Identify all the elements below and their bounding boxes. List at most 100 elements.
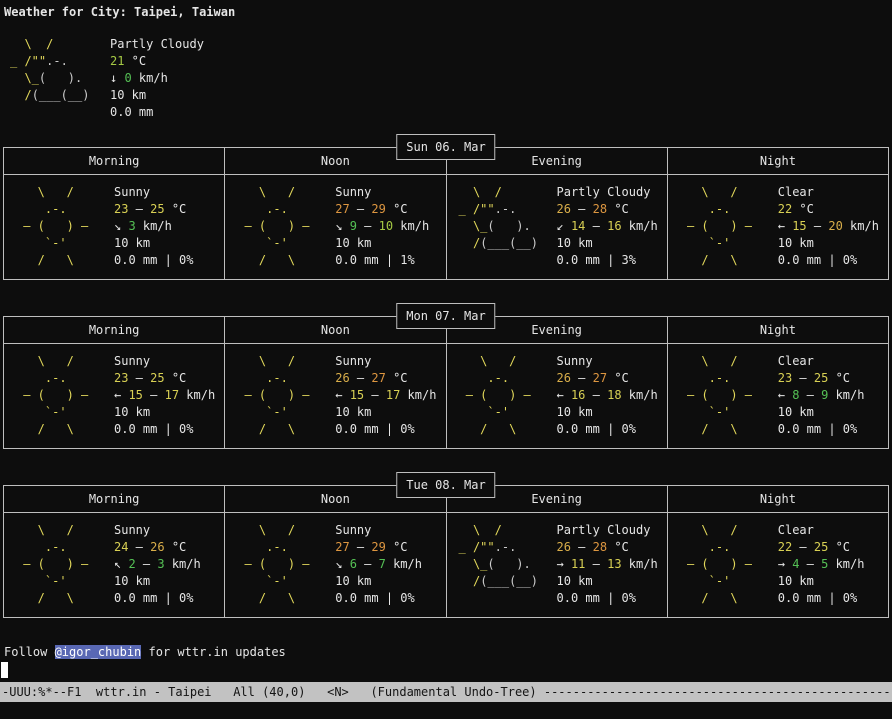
weather-cell-night: \ / .-. ‒ ( ) ‒ `-' / \ Clear 23 – 25 °C… bbox=[667, 344, 888, 448]
text-segment: ← bbox=[335, 388, 349, 402]
text-segment: – bbox=[128, 371, 150, 385]
text-segment: 15 bbox=[128, 388, 142, 402]
text-segment: 14 bbox=[571, 219, 585, 233]
weather-art-icon: \ / .-. ‒ ( ) ‒ `-' / \ bbox=[680, 353, 772, 438]
text-segment: – bbox=[799, 557, 821, 571]
text-segment: 20 bbox=[828, 219, 842, 233]
text-segment: 23 bbox=[114, 202, 128, 216]
text-segment: 26 bbox=[150, 540, 164, 554]
forecast-day-section: Mon 07. Mar Morning Noon Evening Night bbox=[3, 316, 889, 449]
text-segment: 27 bbox=[335, 540, 349, 554]
weather-cell-noon: \ / .-. ‒ ( ) ‒ `-' / \ Sunny 27 – 29 °C… bbox=[224, 513, 445, 617]
wind-text: → 11 – 13 km/h bbox=[557, 556, 658, 573]
text-segment: ← bbox=[778, 388, 792, 402]
wind-text: ↘ 6 – 7 km/h bbox=[335, 556, 422, 573]
period-header-label: Night bbox=[760, 322, 796, 339]
text-segment: °C bbox=[607, 202, 629, 216]
condition-text: Sunny bbox=[335, 522, 422, 539]
visibility-text: 10 km bbox=[557, 235, 658, 252]
text-segment: 27 bbox=[371, 371, 385, 385]
footer-text-after: for wttr.in updates bbox=[141, 645, 286, 659]
weather-art-icon: \ / .-. ‒ ( ) ‒ `-' / \ bbox=[459, 353, 551, 438]
text-segment: °C bbox=[386, 371, 408, 385]
text-segment: 25 bbox=[150, 202, 164, 216]
art-line: .-. bbox=[680, 201, 772, 218]
weather-cell-info: Sunny 26 – 27 °C ← 15 – 17 km/h 10 km 0.… bbox=[335, 353, 436, 438]
art-line: / \ bbox=[237, 252, 329, 269]
weather-cell-evening: \ /_ /"".-. \_( ). /(___(__) Partly Clou… bbox=[446, 513, 667, 617]
emacs-buffer: Weather for City: Taipei, Taiwan \ /_ /"… bbox=[0, 0, 892, 678]
text-segment: km/h bbox=[136, 219, 172, 233]
precipitation-text: 0.0 mm | 0% bbox=[335, 421, 436, 438]
visibility-text: 10 km bbox=[557, 573, 658, 590]
art-line: / \ bbox=[680, 590, 772, 607]
forecast-table: Morning Noon Evening Night \ / .-. ‒ ( bbox=[3, 316, 889, 449]
period-header-night: Night bbox=[667, 148, 888, 174]
weather-cell-morning: \ / .-. ‒ ( ) ‒ `-' / \ Sunny 24 – 26 °C… bbox=[4, 513, 224, 617]
forecast-table: Morning Noon Evening Night \ / .-. ‒ ( bbox=[3, 485, 889, 618]
text-segment: 24 bbox=[114, 540, 128, 554]
art-line: \ / bbox=[459, 522, 551, 539]
text-segment: → bbox=[778, 557, 792, 571]
art-line: / \ bbox=[680, 421, 772, 438]
text-segment: 25 bbox=[814, 371, 828, 385]
visibility-text: 10 km bbox=[114, 573, 201, 590]
art-line bbox=[459, 590, 551, 607]
twitter-handle-link[interactable]: @igor_chubin bbox=[55, 645, 142, 659]
art-line bbox=[459, 252, 551, 269]
wind-text: ↖ 2 – 3 km/h bbox=[114, 556, 201, 573]
text-segment: – bbox=[350, 371, 372, 385]
text-segment: km/h bbox=[828, 388, 864, 402]
art-line: \_( ). bbox=[459, 556, 551, 573]
text-segment: 16 bbox=[571, 388, 585, 402]
text-segment: – bbox=[357, 219, 379, 233]
page-title: Weather for City: Taipei, Taiwan bbox=[0, 0, 892, 21]
period-header-morning: Morning bbox=[4, 148, 224, 174]
text-segment: 29 bbox=[371, 202, 385, 216]
text-segment: 10 bbox=[379, 219, 393, 233]
art-line: .-. bbox=[237, 539, 329, 556]
text-segment: °C bbox=[165, 371, 187, 385]
weather-art-icon: \ /_ /"".-. \_( ). /(___(__) bbox=[459, 522, 551, 607]
period-header-label: Night bbox=[760, 153, 796, 170]
text-segment: 28 bbox=[593, 540, 607, 554]
weather-cell-evening: \ / .-. ‒ ( ) ‒ `-' / \ Sunny 26 – 27 °C… bbox=[446, 344, 667, 448]
wind-text: → 4 – 5 km/h bbox=[778, 556, 865, 573]
precipitation-text: 0.0 mm | 0% bbox=[335, 590, 422, 607]
art-line: \ / bbox=[459, 184, 551, 201]
art-line: ‒ ( ) ‒ bbox=[680, 387, 772, 404]
text-segment: – bbox=[128, 202, 150, 216]
art-line: \ / bbox=[459, 353, 551, 370]
text-segment: °C bbox=[386, 202, 408, 216]
art-line: _ /"".-. bbox=[459, 201, 551, 218]
weather-cell-info: Partly Cloudy 26 – 28 °C → 11 – 13 km/h … bbox=[557, 522, 658, 607]
forecast-table-body: \ / .-. ‒ ( ) ‒ `-' / \ Sunny 23 – 25 °C… bbox=[4, 175, 888, 279]
period-header-label: Morning bbox=[89, 491, 140, 508]
text-segment: ← bbox=[114, 388, 128, 402]
precipitation-text: 0.0 mm | 0% bbox=[778, 252, 879, 269]
date-box: Mon 07. Mar bbox=[396, 303, 495, 329]
date-label: Sun 06. Mar bbox=[406, 139, 485, 156]
art-line: \ / bbox=[16, 184, 108, 201]
temperature-text: 26 – 28 °C bbox=[557, 539, 658, 556]
precipitation-text: 0.0 mm | 0% bbox=[778, 421, 865, 438]
temperature-text: 26 – 27 °C bbox=[557, 370, 658, 387]
art-line bbox=[10, 104, 110, 121]
period-header-label: Morning bbox=[89, 322, 140, 339]
text-segment: – bbox=[571, 540, 593, 554]
weather-art-icon: \ / .-. ‒ ( ) ‒ `-' / \ bbox=[16, 184, 108, 269]
weather-cell-info: Sunny 23 – 25 °C ↘ 3 km/h 10 km 0.0 mm |… bbox=[114, 184, 193, 269]
precipitation-text: 0.0 mm | 0% bbox=[557, 590, 658, 607]
period-header-label: Noon bbox=[321, 153, 350, 170]
text-segment: 2 bbox=[128, 557, 135, 571]
art-line: .-. bbox=[237, 370, 329, 387]
weather-cell-noon: \ / .-. ‒ ( ) ‒ `-' / \ Sunny 26 – 27 °C… bbox=[224, 344, 445, 448]
text-segment: °C bbox=[607, 371, 629, 385]
text-segment: °C bbox=[124, 54, 146, 68]
text-segment: ← bbox=[557, 388, 571, 402]
text-segment: 3 bbox=[157, 557, 164, 571]
art-line: ‒ ( ) ‒ bbox=[16, 556, 108, 573]
wind-text: ↙ 14 – 16 km/h bbox=[557, 218, 658, 235]
current-visibility-text: 10 km bbox=[110, 87, 204, 104]
text-segment: 25 bbox=[150, 371, 164, 385]
